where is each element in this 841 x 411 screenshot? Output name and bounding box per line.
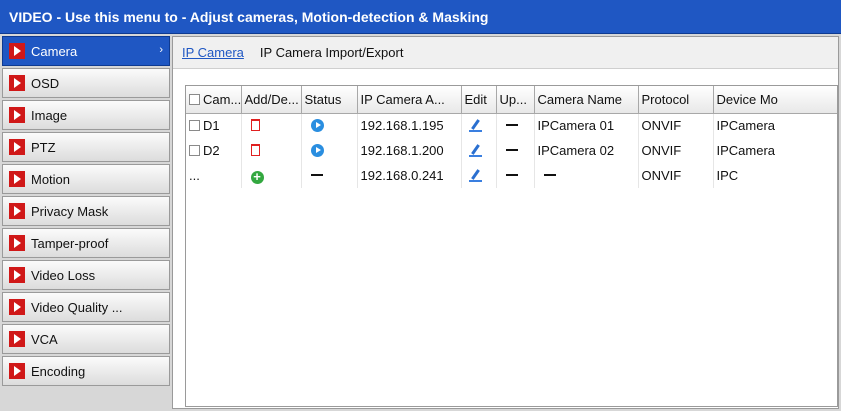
main-frame: Camera › OSD Image PTZ Motion Privacy Ma… bbox=[0, 34, 841, 411]
column-header-ip-address[interactable]: IP Camera A... bbox=[357, 86, 462, 114]
table-row[interactable]: ... + 192.168.0.241 ONVIF IPC bbox=[186, 163, 837, 188]
ip-address: 192.168.1.200 bbox=[357, 138, 462, 163]
protocol: ONVIF bbox=[638, 138, 714, 163]
camera-id: ... bbox=[186, 163, 242, 188]
window-title: VIDEO - Use this menu to - Adjust camera… bbox=[0, 0, 841, 34]
chevron-right-icon: › bbox=[159, 44, 163, 56]
protocol: ONVIF bbox=[638, 113, 714, 138]
arrow-icon bbox=[9, 267, 25, 283]
device-model: IPC bbox=[713, 163, 837, 188]
column-header-camera-name[interactable]: Camera Name bbox=[534, 86, 639, 114]
arrow-icon bbox=[9, 203, 25, 219]
arrow-icon bbox=[9, 331, 25, 347]
sidebar-item-privacy-mask[interactable]: Privacy Mask bbox=[2, 196, 170, 226]
sidebar-item-image[interactable]: Image bbox=[2, 100, 170, 130]
camera-name: IPCamera 02 bbox=[534, 138, 639, 163]
protocol: ONVIF bbox=[638, 163, 714, 188]
device-model: IPCamera bbox=[713, 113, 837, 138]
sidebar-item-motion[interactable]: Motion bbox=[2, 164, 170, 194]
column-header-device-model[interactable]: Device Mo bbox=[713, 86, 837, 114]
column-header-edit[interactable]: Edit bbox=[461, 86, 497, 114]
sidebar-item-camera[interactable]: Camera › bbox=[2, 36, 170, 66]
sidebar-item-label: Video Quality ... bbox=[31, 299, 123, 315]
ip-camera-table: Cam... Add/De... Status IP Camera A... E… bbox=[185, 85, 838, 407]
tab-bar: IP Camera IP Camera Import/Export bbox=[173, 37, 838, 69]
arrow-icon bbox=[9, 299, 25, 315]
sidebar-item-label: Encoding bbox=[31, 363, 86, 379]
select-all-checkbox[interactable] bbox=[189, 93, 200, 105]
sidebar-item-ptz[interactable]: PTZ bbox=[2, 132, 170, 162]
tab-ip-camera[interactable]: IP Camera bbox=[182, 45, 244, 60]
table-row[interactable]: D1 192.168.1.195 IPCamera 01 ONVIF IPCam… bbox=[186, 113, 837, 138]
tab-ip-camera-import-export[interactable]: IP Camera Import/Export bbox=[260, 45, 404, 60]
sidebar-item-video-loss[interactable]: Video Loss bbox=[2, 260, 170, 290]
device-model: IPCamera bbox=[713, 138, 837, 163]
table-header-row: Cam... Add/De... Status IP Camera A... E… bbox=[186, 86, 837, 114]
sidebar-item-label: Image bbox=[31, 107, 68, 123]
camera-name: IPCamera 01 bbox=[534, 113, 639, 138]
sidebar-item-osd[interactable]: OSD bbox=[2, 68, 170, 98]
delete-icon[interactable] bbox=[250, 144, 260, 156]
sidebar-item-vca[interactable]: VCA bbox=[2, 324, 170, 354]
sidebar-item-label: PTZ bbox=[31, 139, 56, 155]
arrow-icon bbox=[9, 363, 25, 379]
column-header-add-delete[interactable]: Add/De... bbox=[241, 86, 302, 114]
sidebar-item-label: Privacy Mask bbox=[31, 203, 109, 219]
sidebar-item-label: Video Loss bbox=[31, 267, 96, 283]
row-checkbox[interactable] bbox=[189, 145, 200, 156]
sidebar-item-label: VCA bbox=[31, 331, 58, 347]
sidebar-item-video-quality[interactable]: Video Quality ... bbox=[2, 292, 170, 322]
dash-icon bbox=[310, 174, 323, 176]
arrow-icon bbox=[9, 235, 25, 251]
sidebar-item-label: Camera bbox=[31, 43, 78, 59]
edit-icon[interactable] bbox=[468, 119, 484, 133]
column-header-camera[interactable]: Cam... bbox=[186, 86, 242, 114]
edit-icon[interactable] bbox=[468, 169, 484, 183]
sidebar-item-label: Tamper-proof bbox=[31, 235, 109, 251]
dash-icon bbox=[505, 174, 518, 176]
delete-icon[interactable] bbox=[250, 119, 260, 132]
column-header-protocol[interactable]: Protocol bbox=[638, 86, 714, 114]
arrow-icon bbox=[9, 43, 25, 59]
table-row[interactable]: D2 192.168.1.200 IPCamera 02 ONVIF IPCam… bbox=[186, 138, 837, 163]
row-checkbox[interactable] bbox=[189, 120, 200, 132]
sidebar-item-tamper-proof[interactable]: Tamper-proof bbox=[2, 228, 170, 258]
dash-icon bbox=[543, 174, 556, 176]
arrow-icon bbox=[9, 139, 25, 155]
camera-id: D2 bbox=[203, 143, 220, 158]
sidebar-item-label: OSD bbox=[31, 75, 60, 91]
ip-address: 192.168.0.241 bbox=[357, 163, 462, 188]
dash-icon bbox=[505, 149, 518, 151]
sidebar-item-encoding[interactable]: Encoding bbox=[2, 356, 170, 386]
sidebar: Camera › OSD Image PTZ Motion Privacy Ma… bbox=[2, 36, 170, 409]
sidebar-item-label: Motion bbox=[31, 171, 71, 187]
play-icon[interactable] bbox=[310, 144, 324, 157]
edit-icon[interactable] bbox=[468, 144, 484, 158]
column-header-upgrade[interactable]: Up... bbox=[496, 86, 535, 114]
ip-address: 192.168.1.195 bbox=[357, 113, 462, 138]
dash-icon bbox=[505, 124, 518, 127]
arrow-icon bbox=[9, 107, 25, 123]
column-header-status[interactable]: Status bbox=[301, 86, 358, 114]
play-icon[interactable] bbox=[310, 119, 324, 133]
arrow-icon bbox=[9, 171, 25, 187]
camera-id: D1 bbox=[203, 118, 220, 134]
content-panel: IP Camera IP Camera Import/Export Cam...… bbox=[172, 36, 839, 409]
add-icon[interactable]: + bbox=[250, 170, 264, 184]
arrow-icon bbox=[9, 75, 25, 91]
